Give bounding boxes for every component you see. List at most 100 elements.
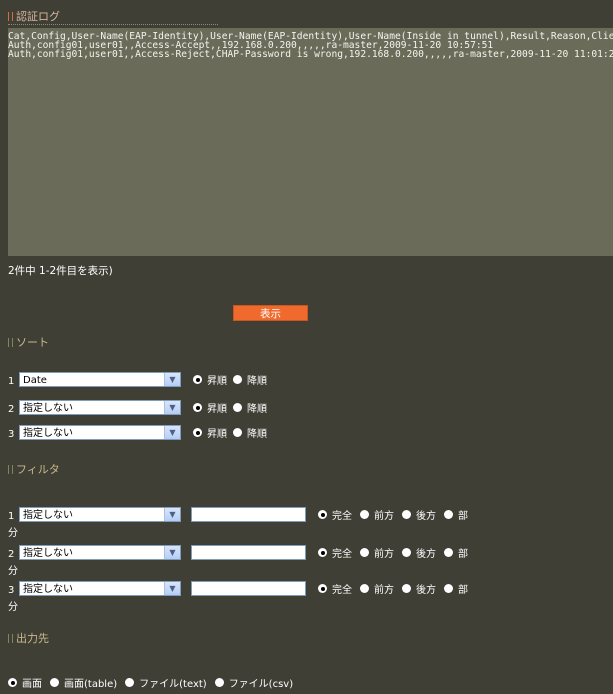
log-textarea[interactable]: Cat,Config,User-Name(EAP-Identity),User-… xyxy=(8,28,613,256)
sort-field-select[interactable]: 指定しない ▼ xyxy=(19,425,181,440)
chevron-down-icon[interactable]: ▼ xyxy=(164,401,180,414)
radio-icon[interactable] xyxy=(360,584,369,593)
sort-desc-radio[interactable]: 降順 xyxy=(233,372,267,387)
sort-row-number: 2 xyxy=(8,404,15,415)
filter-row-number: 3 xyxy=(8,585,15,596)
filter-field-value: 指定しない xyxy=(23,584,73,595)
sort-asc-radio[interactable]: 昇順 xyxy=(193,372,227,387)
radio-checked-icon[interactable] xyxy=(8,678,17,687)
sort-asc-label: 昇順 xyxy=(207,376,227,387)
filter-field-select[interactable]: 指定しない ▼ xyxy=(19,545,181,560)
result-count: 2件中 1-2件目を表示) xyxy=(8,265,113,277)
filter-suffix-radio[interactable]: 後方 xyxy=(402,581,436,596)
filter-field-value: 指定しない xyxy=(23,548,73,559)
radio-icon[interactable] xyxy=(444,548,453,557)
chevron-down-icon[interactable]: ▼ xyxy=(164,582,180,595)
output-table-radio[interactable]: 画面(table) xyxy=(50,675,117,690)
chevron-down-icon[interactable]: ▼ xyxy=(164,373,180,386)
sort-asc-label: 昇順 xyxy=(207,429,227,440)
radio-icon[interactable] xyxy=(402,584,411,593)
log-line: Auth,config01,user01,,Access-Reject,CHAP… xyxy=(8,49,613,60)
filter-partial-label-tail: 分 xyxy=(8,566,18,577)
sort-asc-radio[interactable]: 昇順 xyxy=(193,400,227,415)
sort-section-title: ソート xyxy=(8,334,49,350)
filter-value-input[interactable] xyxy=(191,507,306,522)
filter-suffix-radio[interactable]: 後方 xyxy=(402,545,436,560)
filter-partial-radio[interactable]: 部 xyxy=(444,507,468,522)
radio-checked-icon[interactable] xyxy=(193,375,202,384)
radio-checked-icon[interactable] xyxy=(193,428,202,437)
sort-desc-label: 降順 xyxy=(247,404,267,415)
output-text-file-label: ファイル(text) xyxy=(139,679,207,690)
filter-suffix-label: 後方 xyxy=(416,585,436,596)
sort-row-1: 1 Date ▼ 昇順 降順 xyxy=(8,372,267,387)
filter-prefix-radio[interactable]: 前方 xyxy=(360,507,394,522)
chevron-down-icon[interactable]: ▼ xyxy=(164,546,180,559)
filter-partial-label: 部 xyxy=(458,585,468,596)
radio-icon[interactable] xyxy=(360,548,369,557)
filter-prefix-label: 前方 xyxy=(374,585,394,596)
log-title-text: 認証ログ xyxy=(16,10,60,23)
filter-prefix-radio[interactable]: 前方 xyxy=(360,545,394,560)
radio-icon[interactable] xyxy=(233,403,242,412)
sort-asc-radio[interactable]: 昇順 xyxy=(193,425,227,440)
sort-row-number: 1 xyxy=(8,376,15,387)
filter-prefix-label: 前方 xyxy=(374,549,394,560)
sort-field-select[interactable]: Date ▼ xyxy=(19,372,181,387)
filter-field-value: 指定しない xyxy=(23,510,73,521)
filter-partial-label: 部 xyxy=(458,549,468,560)
filter-exact-radio[interactable]: 完全 xyxy=(318,545,352,560)
chevron-down-icon[interactable]: ▼ xyxy=(164,426,180,439)
filter-exact-radio[interactable]: 完全 xyxy=(318,581,352,596)
filter-exact-label: 完全 xyxy=(332,511,352,522)
filter-value-input[interactable] xyxy=(191,545,306,560)
radio-icon[interactable] xyxy=(233,375,242,384)
sort-desc-label: 降順 xyxy=(247,376,267,387)
sort-field-value: 指定しない xyxy=(23,403,73,414)
radio-icon[interactable] xyxy=(444,584,453,593)
title-marker-icon xyxy=(8,11,13,21)
radio-icon[interactable] xyxy=(402,510,411,519)
radio-icon[interactable] xyxy=(125,678,135,687)
output-title-text: 出力先 xyxy=(16,632,49,645)
filter-partial-label: 部 xyxy=(458,511,468,522)
sort-row-2: 2 指定しない ▼ 昇順 降順 xyxy=(8,400,267,415)
filter-suffix-radio[interactable]: 後方 xyxy=(402,507,436,522)
output-table-label: 画面(table) xyxy=(64,679,118,690)
output-screen-radio[interactable]: 画面 xyxy=(8,675,42,690)
sort-desc-label: 降順 xyxy=(247,429,267,440)
filter-field-select[interactable]: 指定しない ▼ xyxy=(19,581,181,596)
filter-exact-label: 完全 xyxy=(332,585,352,596)
filter-title-text: フィルタ xyxy=(16,463,60,476)
sort-field-value: Date xyxy=(23,375,47,386)
radio-icon[interactable] xyxy=(233,428,242,437)
sort-desc-radio[interactable]: 降順 xyxy=(233,425,267,440)
filter-partial-radio[interactable]: 部 xyxy=(444,545,468,560)
radio-checked-icon[interactable] xyxy=(318,510,327,519)
sort-desc-radio[interactable]: 降順 xyxy=(233,400,267,415)
radio-icon[interactable] xyxy=(214,678,224,687)
filter-partial-label-tail: 分 xyxy=(8,602,18,613)
output-csv-file-radio[interactable]: ファイル(csv) xyxy=(214,675,293,690)
radio-checked-icon[interactable] xyxy=(318,548,327,557)
radio-icon[interactable] xyxy=(444,510,453,519)
filter-value-input[interactable] xyxy=(191,581,306,596)
output-text-file-radio[interactable]: ファイル(text) xyxy=(125,675,207,690)
sort-row-3: 3 指定しない ▼ 昇順 降順 xyxy=(8,425,267,440)
output-options: 画面 画面(table) ファイル(text) ファイル(csv) xyxy=(8,675,293,690)
show-button[interactable]: 表示 xyxy=(233,305,308,321)
radio-icon[interactable] xyxy=(50,678,59,687)
filter-exact-radio[interactable]: 完全 xyxy=(318,507,352,522)
radio-checked-icon[interactable] xyxy=(318,584,327,593)
chevron-down-icon[interactable]: ▼ xyxy=(164,508,180,521)
log-section-title: 認証ログ xyxy=(8,8,60,24)
radio-checked-icon[interactable] xyxy=(193,403,202,412)
sort-field-select[interactable]: 指定しない ▼ xyxy=(19,400,181,415)
filter-row-2: 2 指定しない ▼ 完全 前方 後方 部 xyxy=(8,545,468,560)
radio-icon[interactable] xyxy=(402,548,411,557)
radio-icon[interactable] xyxy=(360,510,369,519)
filter-prefix-radio[interactable]: 前方 xyxy=(360,581,394,596)
filter-field-select[interactable]: 指定しない ▼ xyxy=(19,507,181,522)
filter-prefix-label: 前方 xyxy=(374,511,394,522)
filter-partial-radio[interactable]: 部 xyxy=(444,581,468,596)
